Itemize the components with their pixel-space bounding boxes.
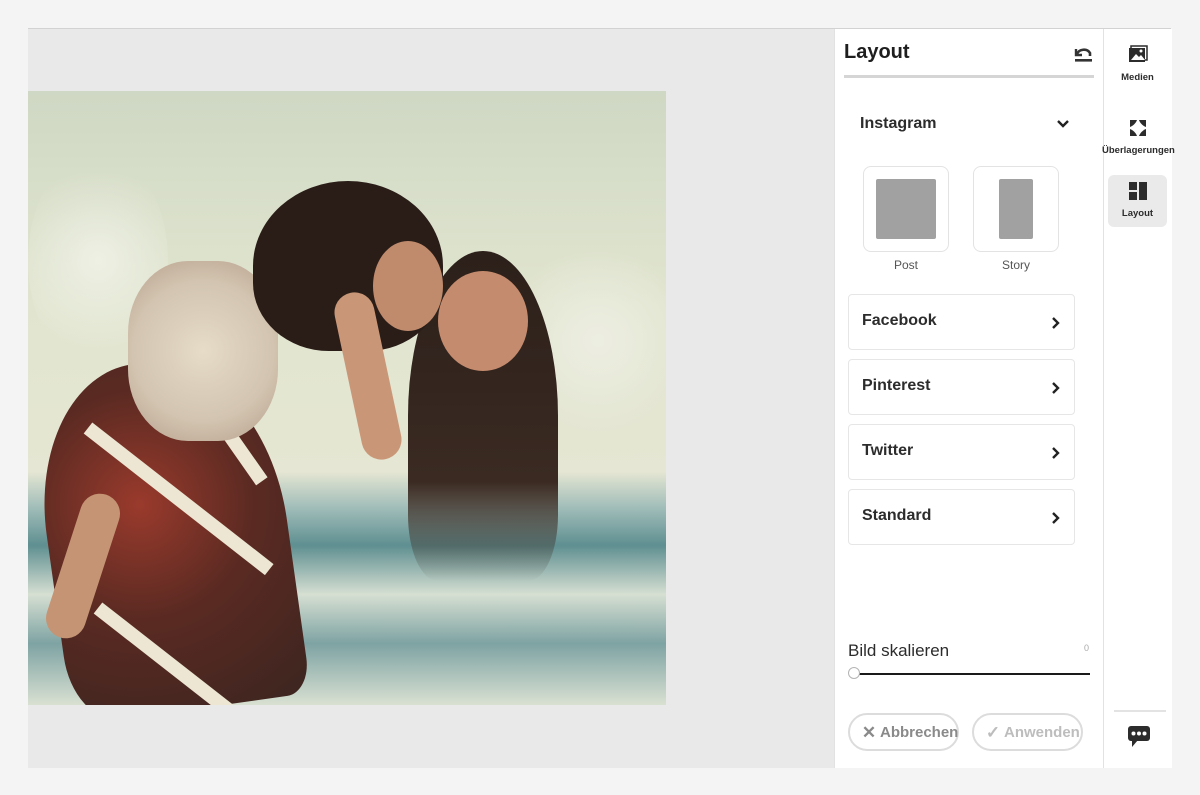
rail-label-overlays: Überlagerungen: [1102, 145, 1175, 156]
photo-mother-face: [438, 271, 528, 371]
chevron-right-icon: [1052, 447, 1060, 459]
pinterest-button[interactable]: Pinterest: [848, 359, 1075, 415]
rail-label-media: Medien: [1121, 72, 1154, 83]
photo-preview[interactable]: [28, 91, 666, 705]
square-format-icon: [876, 179, 936, 239]
chevron-right-icon: [1052, 382, 1060, 394]
portrait-format-icon: [999, 179, 1033, 239]
apply-button[interactable]: ✓ Anwenden: [972, 713, 1083, 751]
chat-bubble-icon[interactable]: [1127, 724, 1151, 750]
cancel-label: Abbrechen: [880, 724, 959, 741]
canvas-area: [28, 29, 834, 768]
scale-image-slider[interactable]: [848, 667, 1090, 681]
rail-item-media[interactable]: Medien: [1108, 39, 1167, 91]
layout-panel: Layout Instagram Post Story Facebook Pin…: [834, 29, 1103, 768]
apply-label: Anwenden: [1004, 724, 1080, 741]
slider-track: [856, 673, 1090, 675]
instagram-story-tile[interactable]: [973, 166, 1059, 252]
image-icon: [1128, 45, 1148, 62]
close-icon: ✕: [861, 723, 877, 742]
photo-child-face: [373, 241, 443, 331]
post-tile-label: Post: [893, 258, 918, 272]
app-window: Layout Instagram Post Story Facebook Pin…: [28, 28, 1175, 768]
instagram-format-tiles: Post Story: [863, 166, 1063, 276]
instagram-post-tile[interactable]: [863, 166, 949, 252]
standard-label: Standard: [862, 507, 932, 524]
layout-icon: [1128, 182, 1147, 200]
instagram-label: Instagram: [860, 115, 937, 132]
rail-label-layout: Layout: [1121, 208, 1154, 219]
rail-item-layout[interactable]: Layout: [1108, 175, 1167, 227]
reset-undo-icon[interactable]: [1072, 43, 1094, 65]
chevron-right-icon: [1052, 317, 1060, 329]
facebook-label: Facebook: [862, 312, 937, 329]
overlay-frame-icon: [1129, 120, 1146, 136]
instagram-section-toggle[interactable]: Instagram: [860, 111, 1070, 141]
twitter-label: Twitter: [862, 442, 914, 459]
scale-value: 0: [1083, 643, 1089, 653]
right-tool-rail: Medien Überlagerungen Layout: [1102, 29, 1175, 768]
facebook-button[interactable]: Facebook: [848, 294, 1075, 350]
checkmark-icon: ✓: [985, 723, 1001, 742]
panel-title: Layout: [844, 41, 910, 63]
pinterest-label: Pinterest: [862, 377, 931, 394]
story-tile-label: Story: [1001, 258, 1030, 272]
scale-image-label: Bild skalieren: [848, 641, 950, 660]
twitter-button[interactable]: Twitter: [848, 424, 1075, 480]
rail-item-overlays[interactable]: Überlagerungen: [1102, 112, 1175, 164]
slider-thumb[interactable]: [848, 667, 860, 679]
chevron-right-icon: [1052, 512, 1060, 524]
rail-divider: [1114, 710, 1166, 712]
cancel-button[interactable]: ✕ Abbrechen: [848, 713, 959, 751]
panel-header: Layout: [844, 37, 1094, 78]
chevron-down-icon: [1057, 120, 1069, 128]
standard-button[interactable]: Standard: [848, 489, 1075, 545]
